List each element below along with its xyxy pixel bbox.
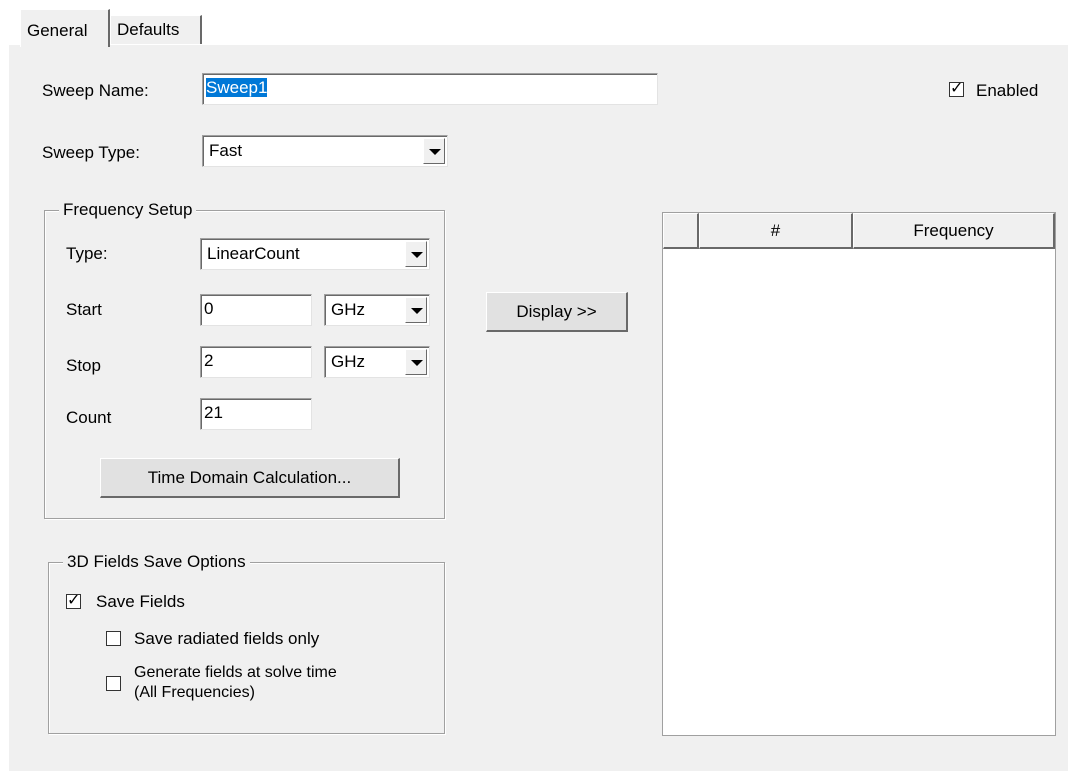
sweep-type-value: Fast (209, 141, 243, 160)
start-value: 0 (204, 299, 214, 318)
start-input[interactable]: 0 (200, 294, 312, 326)
chevron-down-icon (429, 149, 441, 155)
sweep-type-label: Sweep Type: (42, 143, 140, 162)
time-domain-calculation-label: Time Domain Calculation... (147, 468, 352, 487)
stop-unit-dropdown-button[interactable] (405, 349, 427, 375)
chevron-down-icon (411, 360, 423, 366)
time-domain-calculation-button[interactable]: Time Domain Calculation... (100, 458, 400, 498)
enabled-checkbox[interactable]: ✓ (949, 78, 964, 97)
fields-save-options-title: 3D Fields Save Options (63, 552, 250, 572)
tab-defaults[interactable]: Defaults (110, 15, 202, 45)
sweep-type-dropdown[interactable]: Fast (202, 135, 448, 167)
sweep-name-value: Sweep1 (206, 78, 268, 97)
start-unit-dropdown-button[interactable] (405, 297, 427, 323)
sweep-name-input[interactable]: Sweep1 (202, 73, 658, 105)
generate-fields-label-line2: (All Frequencies) (134, 684, 255, 701)
stop-value: 2 (204, 351, 214, 370)
stop-unit-dropdown[interactable]: GHz (324, 346, 430, 378)
frequency-type-label: Type: (66, 244, 108, 263)
generate-fields-label-line1: Generate fields at solve time (134, 664, 337, 681)
table-header-index[interactable]: # (699, 213, 853, 249)
chevron-down-icon (411, 308, 423, 314)
save-radiated-fields-only-label: Save radiated fields only (134, 629, 320, 648)
frequency-type-dropdown[interactable]: LinearCount (200, 238, 430, 270)
frequency-setup-title: Frequency Setup (59, 200, 197, 220)
count-input[interactable]: 21 (200, 398, 312, 430)
frequency-table[interactable]: # Frequency (662, 212, 1056, 736)
display-button-label: Display >> (516, 302, 597, 321)
frequency-type-dropdown-button[interactable] (405, 241, 427, 267)
count-value: 21 (204, 403, 223, 422)
table-header-row-selector (663, 213, 699, 249)
frequency-type-value: LinearCount (207, 244, 300, 263)
table-header-index-label: # (770, 221, 781, 240)
table-header-frequency-label: Frequency (913, 221, 994, 240)
count-label: Count (66, 408, 112, 427)
table-header-frequency[interactable]: Frequency (853, 213, 1055, 249)
enabled-label: Enabled (976, 81, 1039, 100)
stop-label: Stop (66, 356, 101, 375)
generate-fields-at-solve-time-checkbox[interactable] (106, 676, 121, 691)
stop-input[interactable]: 2 (200, 346, 312, 378)
checkmark-icon: ✓ (67, 590, 81, 609)
sweep-name-label: Sweep Name: (42, 81, 149, 100)
start-unit-value: GHz (331, 300, 365, 319)
display-button[interactable]: Display >> (486, 292, 628, 332)
tab-general[interactable]: General (20, 9, 110, 47)
tab-general-label: General (27, 21, 88, 40)
chevron-down-icon (411, 252, 423, 258)
start-label: Start (66, 300, 102, 319)
tab-defaults-label: Defaults (117, 20, 180, 39)
sweep-type-dropdown-button[interactable] (423, 138, 445, 164)
checkmark-icon: ✓ (950, 78, 964, 97)
start-unit-dropdown[interactable]: GHz (324, 294, 430, 326)
save-fields-label: Save Fields (96, 592, 185, 611)
stop-unit-value: GHz (331, 352, 365, 371)
save-radiated-fields-only-checkbox[interactable] (106, 631, 121, 646)
save-fields-checkbox[interactable]: ✓ (66, 590, 81, 609)
